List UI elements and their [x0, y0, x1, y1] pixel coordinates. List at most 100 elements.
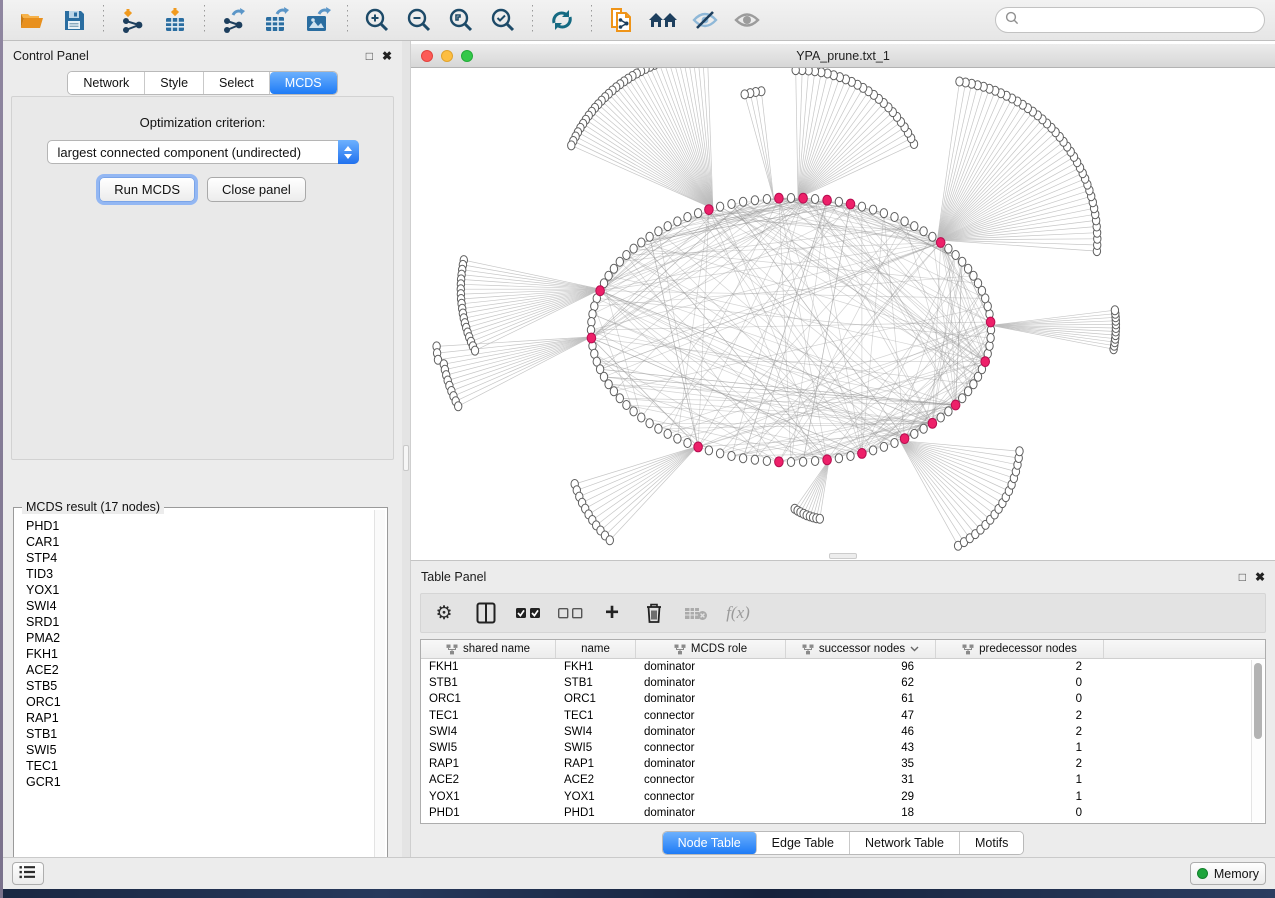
tab-style[interactable]: Style: [145, 72, 204, 94]
table-options-gear-icon[interactable]: ⚙: [431, 599, 457, 627]
cell-name: SWI5: [556, 742, 636, 754]
mcds-result-item[interactable]: CAR1: [26, 534, 373, 550]
column-header-name[interactable]: name: [556, 640, 636, 658]
column-header-successor-nodes[interactable]: successor nodes: [786, 640, 936, 658]
table-tab-network-table[interactable]: Network Table: [850, 832, 960, 854]
save-button[interactable]: [55, 3, 93, 37]
table-tab-node-table[interactable]: Node Table: [663, 832, 757, 854]
mcds-result-item[interactable]: PMA2: [26, 630, 373, 646]
delete-table-icon[interactable]: [683, 599, 709, 627]
cell-name: FKH1: [556, 661, 636, 673]
mcds-result-item[interactable]: GCR1: [26, 774, 373, 790]
export-image-button[interactable]: [299, 3, 337, 37]
main-toolbar: [3, 0, 1275, 41]
delete-column-icon[interactable]: [641, 599, 667, 627]
mcds-result-item[interactable]: SWI5: [26, 742, 373, 758]
zoom-out-icon: [406, 7, 432, 33]
main-area: Control Panel □ ✖ NetworkStyleSelectMCDS…: [3, 41, 1275, 857]
column-header-shared-name[interactable]: shared name: [421, 640, 556, 658]
cell-shared_name: STB1: [421, 677, 556, 689]
duplicate-network-button[interactable]: [602, 3, 640, 37]
mcds-result-item[interactable]: RAP1: [26, 710, 373, 726]
hide-selected-icon: [691, 8, 719, 32]
network-canvas[interactable]: [411, 68, 1275, 560]
zoom-out-button[interactable]: [400, 3, 438, 37]
export-table-button[interactable]: [257, 3, 295, 37]
tab-mcds[interactable]: MCDS: [270, 72, 337, 94]
column-panel-icon[interactable]: [473, 599, 499, 627]
refresh-layout-button[interactable]: [543, 3, 581, 37]
zoom-selected-button[interactable]: [484, 3, 522, 37]
mcds-result-item[interactable]: SWI4: [26, 598, 373, 614]
table-scrollbar-thumb[interactable]: [1254, 663, 1262, 739]
import-table-button[interactable]: [156, 3, 194, 37]
table-row[interactable]: SWI4SWI4dominator462: [421, 724, 1265, 740]
vertical-splitter[interactable]: [402, 41, 410, 857]
column-label: MCDS role: [691, 643, 747, 655]
first-neighbors-icon: [648, 8, 678, 32]
mcds-result-item[interactable]: TID3: [26, 566, 373, 582]
mcds-result-item[interactable]: ACE2: [26, 662, 373, 678]
mcds-result-item[interactable]: ORC1: [26, 694, 373, 710]
function-builder-icon[interactable]: f(x): [725, 599, 751, 627]
float-panel-icon[interactable]: □: [366, 50, 373, 62]
table-row[interactable]: ACE2ACE2connector311: [421, 772, 1265, 788]
mcds-result-scrollbar[interactable]: [374, 510, 385, 876]
mcds-result-item[interactable]: PHD1: [26, 518, 373, 534]
table-row[interactable]: RAP1RAP1dominator352: [421, 756, 1265, 772]
mcds-result-item[interactable]: STP4: [26, 550, 373, 566]
run-mcds-button[interactable]: Run MCDS: [99, 177, 195, 202]
mcds-result-item[interactable]: STB1: [26, 726, 373, 742]
column-header-MCDS-role[interactable]: MCDS role: [636, 640, 786, 658]
mcds-result-list[interactable]: PHD1CAR1STP4TID3YOX1SWI4SRD1PMA2FKH1ACE2…: [16, 512, 373, 876]
deselect-all-checkboxes-icon[interactable]: [557, 599, 583, 627]
table-row[interactable]: SWI5SWI5connector431: [421, 740, 1265, 756]
table-row[interactable]: TEC1TEC1connector472: [421, 708, 1265, 724]
select-all-checkboxes-icon[interactable]: [515, 599, 541, 627]
add-column-icon[interactable]: +: [599, 599, 625, 627]
cell-predecessor_nodes: 1: [936, 774, 1104, 786]
column-header-predecessor-nodes[interactable]: predecessor nodes: [936, 640, 1104, 658]
mcds-result-item[interactable]: TEC1: [26, 758, 373, 774]
cell-shared_name: SWI5: [421, 742, 556, 754]
table-row[interactable]: STB1STB1dominator620: [421, 675, 1265, 691]
first-neighbors-button[interactable]: [644, 3, 682, 37]
table-row[interactable]: PHD1PHD1dominator180: [421, 805, 1265, 821]
select-stepper-icon: [338, 140, 359, 164]
optimization-criterion-select[interactable]: largest connected component (undirected): [47, 140, 359, 164]
cell-shared_name: ACE2: [421, 774, 556, 786]
table-row[interactable]: ORC1ORC1dominator610: [421, 691, 1265, 707]
import-network-button[interactable]: [114, 3, 152, 37]
close-panel-button[interactable]: Close panel: [207, 177, 306, 202]
cell-mcds_role: connector: [636, 791, 786, 803]
zoom-in-button[interactable]: [358, 3, 396, 37]
cell-predecessor_nodes: 2: [936, 710, 1104, 722]
column-label: shared name: [463, 643, 530, 655]
table-tab-edge-table[interactable]: Edge Table: [757, 832, 850, 854]
table-tabs: Node TableEdge TableNetwork TableMotifs: [411, 831, 1275, 855]
open-folder-button[interactable]: [13, 3, 51, 37]
close-table-panel-icon[interactable]: ✖: [1255, 571, 1265, 583]
table-tab-motifs[interactable]: Motifs: [960, 832, 1023, 854]
tab-select[interactable]: Select: [204, 72, 270, 94]
search-input[interactable]: [1025, 13, 1255, 27]
hide-selected-button[interactable]: [686, 3, 724, 37]
export-network-button[interactable]: [215, 3, 253, 37]
show-panels-button[interactable]: [12, 862, 44, 885]
float-table-panel-icon[interactable]: □: [1239, 571, 1246, 583]
close-panel-icon[interactable]: ✖: [382, 50, 392, 62]
mcds-result-item[interactable]: SRD1: [26, 614, 373, 630]
table-scrollbar[interactable]: [1251, 660, 1264, 822]
mcds-result-item[interactable]: YOX1: [26, 582, 373, 598]
table-row[interactable]: FKH1FKH1dominator962: [421, 659, 1265, 675]
show-all-button[interactable]: [728, 3, 766, 37]
mcds-result-item[interactable]: FKH1: [26, 646, 373, 662]
tab-network[interactable]: Network: [68, 72, 145, 94]
mcds-result-item[interactable]: STB5: [26, 678, 373, 694]
vertical-splitter-handle[interactable]: [403, 445, 409, 471]
table-row[interactable]: YOX1YOX1connector291: [421, 789, 1265, 805]
cell-successor_nodes: 62: [786, 677, 936, 689]
zoom-fit-button[interactable]: [442, 3, 480, 37]
memory-button[interactable]: Memory: [1190, 862, 1266, 885]
horizontal-splitter-handle[interactable]: [829, 553, 857, 559]
